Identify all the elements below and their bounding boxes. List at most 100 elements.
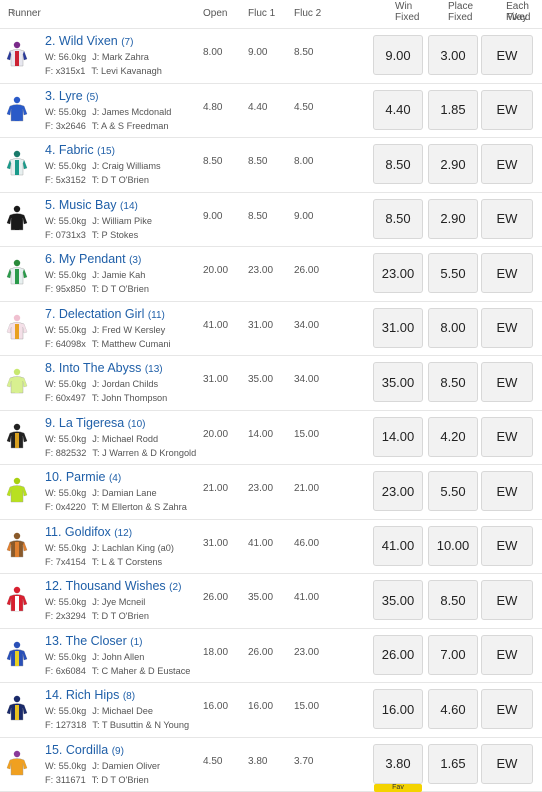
win-odds-button[interactable]: 23.00 <box>373 471 423 511</box>
each-way-button[interactable]: EW <box>481 689 533 729</box>
win-odds-button[interactable]: 9.00 <box>373 35 423 75</box>
form: F: 2x3294 <box>45 611 86 621</box>
runner-name-link[interactable]: 2. Wild Vixen (7) <box>45 34 133 48</box>
each-way-button[interactable]: EW <box>481 416 533 457</box>
barrier-number: (9) <box>111 745 124 757</box>
place-odds-button[interactable]: 4.60 <box>428 689 478 729</box>
place-odds-button[interactable]: 3.00 <box>428 35 478 75</box>
form: F: 64098x <box>45 338 86 349</box>
runner-name-link[interactable]: 5. Music Bay (14) <box>45 198 138 212</box>
runner-name-link[interactable]: 12. Thousand Wishes (2) <box>45 579 181 593</box>
weight: W: 55.0kg <box>45 161 87 171</box>
place-odds-button[interactable]: 2.90 <box>428 198 478 239</box>
place-odds-button[interactable]: 5.50 <box>428 253 478 293</box>
runner-row: 14. Rich Hips (8) W: 55.0kg J: Michael Dee… <box>0 683 542 738</box>
weight: W: 55.0kg <box>45 651 87 662</box>
weight: W: 55.0kg <box>45 760 87 771</box>
weight: W: 55.0kg <box>45 379 87 389</box>
each-way-button[interactable]: EW <box>481 144 533 184</box>
each-way-button[interactable]: EW <box>481 198 533 239</box>
jockey-silk-icon <box>6 314 28 339</box>
weight-jockey-line: W: 55.0kg J: Jordan Childs <box>45 379 158 389</box>
each-way-button[interactable]: EW <box>481 634 533 675</box>
win-odds-button[interactable]: 31.00 <box>373 307 423 348</box>
each-way-button[interactable]: EW <box>481 471 533 511</box>
barrier-number: (14) <box>120 200 138 212</box>
runner-name-link[interactable]: 15. Cordilla (9) <box>45 743 124 757</box>
runner-row: 9. La Tigeresa (10) W: 55.0kg J: Michael R… <box>0 411 542 465</box>
each-way-button[interactable]: EW <box>481 307 533 348</box>
each-way-button[interactable]: EW <box>481 743 533 784</box>
runner-name-link[interactable]: 3. Lyre (5) <box>45 89 98 103</box>
jockey: J: Lachlan King (a0) <box>92 542 174 553</box>
runner-name-link[interactable]: 13. The Closer (1) <box>45 634 142 648</box>
each-way-button[interactable]: EW <box>481 525 533 566</box>
barrier-number: (3) <box>129 255 142 266</box>
barrier-number: (2) <box>169 582 182 593</box>
place-odds-button[interactable]: 8.50 <box>428 362 478 402</box>
win-odds-button[interactable]: 14.00 <box>373 416 423 457</box>
place-odds-button[interactable]: 1.85 <box>428 89 478 130</box>
jockey: J: Michael Dee <box>92 706 153 716</box>
win-odds-button[interactable]: 26.00 <box>373 634 423 675</box>
each-way-button[interactable]: EW <box>481 35 533 75</box>
fluc2-price: 26.00 <box>294 265 320 276</box>
runner-name-link[interactable]: 14. Rich Hips (8) <box>45 688 135 702</box>
place-odds-button[interactable]: 10.00 <box>428 525 478 566</box>
win-odds-button[interactable]: 35.00 <box>373 362 423 402</box>
sort-icon[interactable]: ⇕ <box>10 8 17 17</box>
fluc2-price: 21.00 <box>294 483 320 494</box>
place-odds-button[interactable]: 8.50 <box>428 580 478 620</box>
runner-name-link[interactable]: 8. Into The Abyss (13) <box>45 361 163 375</box>
win-odds-button[interactable]: 8.50 <box>373 198 423 239</box>
each-way-button[interactable]: EW <box>481 253 533 293</box>
runner-name-link[interactable]: 7. Delectation Girl (11) <box>45 307 165 321</box>
place-odds-button[interactable]: 1.65 <box>428 743 478 784</box>
form: F: 127318 <box>45 720 87 730</box>
each-way-button[interactable]: EW <box>481 89 533 130</box>
win-odds-button[interactable]: 4.40 <box>373 89 423 130</box>
fluc1-price: 35.00 <box>248 374 274 385</box>
barrier-number: (1) <box>130 636 143 648</box>
place-odds-button[interactable]: 4.20 <box>428 416 478 457</box>
win-odds-button[interactable]: 3.80 <box>373 743 423 784</box>
barrier-number: (5) <box>86 91 99 103</box>
trainer: T: C Maher & D Eustace <box>91 665 191 676</box>
fluc2-column-header: Fluc 2 <box>294 8 322 19</box>
place-odds-button[interactable]: 8.00 <box>428 307 478 348</box>
weight-jockey-line: W: 55.0kg J: Jamie Kah <box>45 270 145 280</box>
runner-row: 4. Fabric (15) W: 55.0kg J: Craig Williams… <box>0 138 542 193</box>
win-odds-button[interactable]: 35.00 <box>373 580 423 620</box>
runner-name-link[interactable]: 6. My Pendant (3) <box>45 252 141 266</box>
weight-jockey-line: W: 55.0kg J: Fred W Kersley <box>45 325 165 335</box>
jockey-silk-icon <box>6 695 28 721</box>
win-odds-button[interactable]: 16.00 <box>373 689 423 729</box>
runner-name-link[interactable]: 11. Goldifox (12) <box>45 525 132 539</box>
runner-name-link[interactable]: 9. La Tigeresa (10) <box>45 416 146 430</box>
weight: W: 55.0kg <box>45 706 87 716</box>
barrier-number: (10) <box>127 418 146 430</box>
win-odds-button[interactable]: 41.00 <box>373 525 423 566</box>
place-odds-button[interactable]: 7.00 <box>428 634 478 675</box>
jockey: J: Jye Mcneil <box>92 597 146 607</box>
win-odds-button[interactable]: 23.00 <box>373 253 423 293</box>
each-way-button[interactable]: EW <box>481 362 533 402</box>
runner-row: 10. Parmie (4) W: 55.0kg J: Damian Lane F: … <box>0 465 542 520</box>
form-trainer-line: F: 311671 T: D T O'Brien <box>45 775 149 785</box>
runner-name-link[interactable]: 4. Fabric (15) <box>45 143 115 157</box>
weight-jockey-line: W: 55.0kg J: John Allen <box>45 652 144 662</box>
place-odds-button[interactable]: 5.50 <box>428 471 478 511</box>
fluc2-price: 41.00 <box>294 592 320 603</box>
place-odds-button[interactable]: 2.90 <box>428 144 478 184</box>
runner-row: 3. Lyre (5) W: 55.0kg J: James Mcdonald F: … <box>0 84 542 138</box>
form: F: 7x4154 <box>45 556 86 567</box>
place-fixed-column-header: Place Fixed <box>448 1 474 23</box>
form-trainer-line: F: 2x3294 T: D T O'Brien <box>45 611 149 621</box>
open-price: 31.00 <box>203 374 229 385</box>
form-trainer-line: F: 95x850 T: D T O'Brien <box>45 284 149 294</box>
jockey-silk-icon <box>6 423 28 448</box>
form: F: 95x850 <box>45 284 86 294</box>
each-way-button[interactable]: EW <box>481 580 533 620</box>
runner-name-link[interactable]: 10. Parmie (4) <box>45 470 121 484</box>
win-odds-button[interactable]: 8.50 <box>373 144 423 184</box>
